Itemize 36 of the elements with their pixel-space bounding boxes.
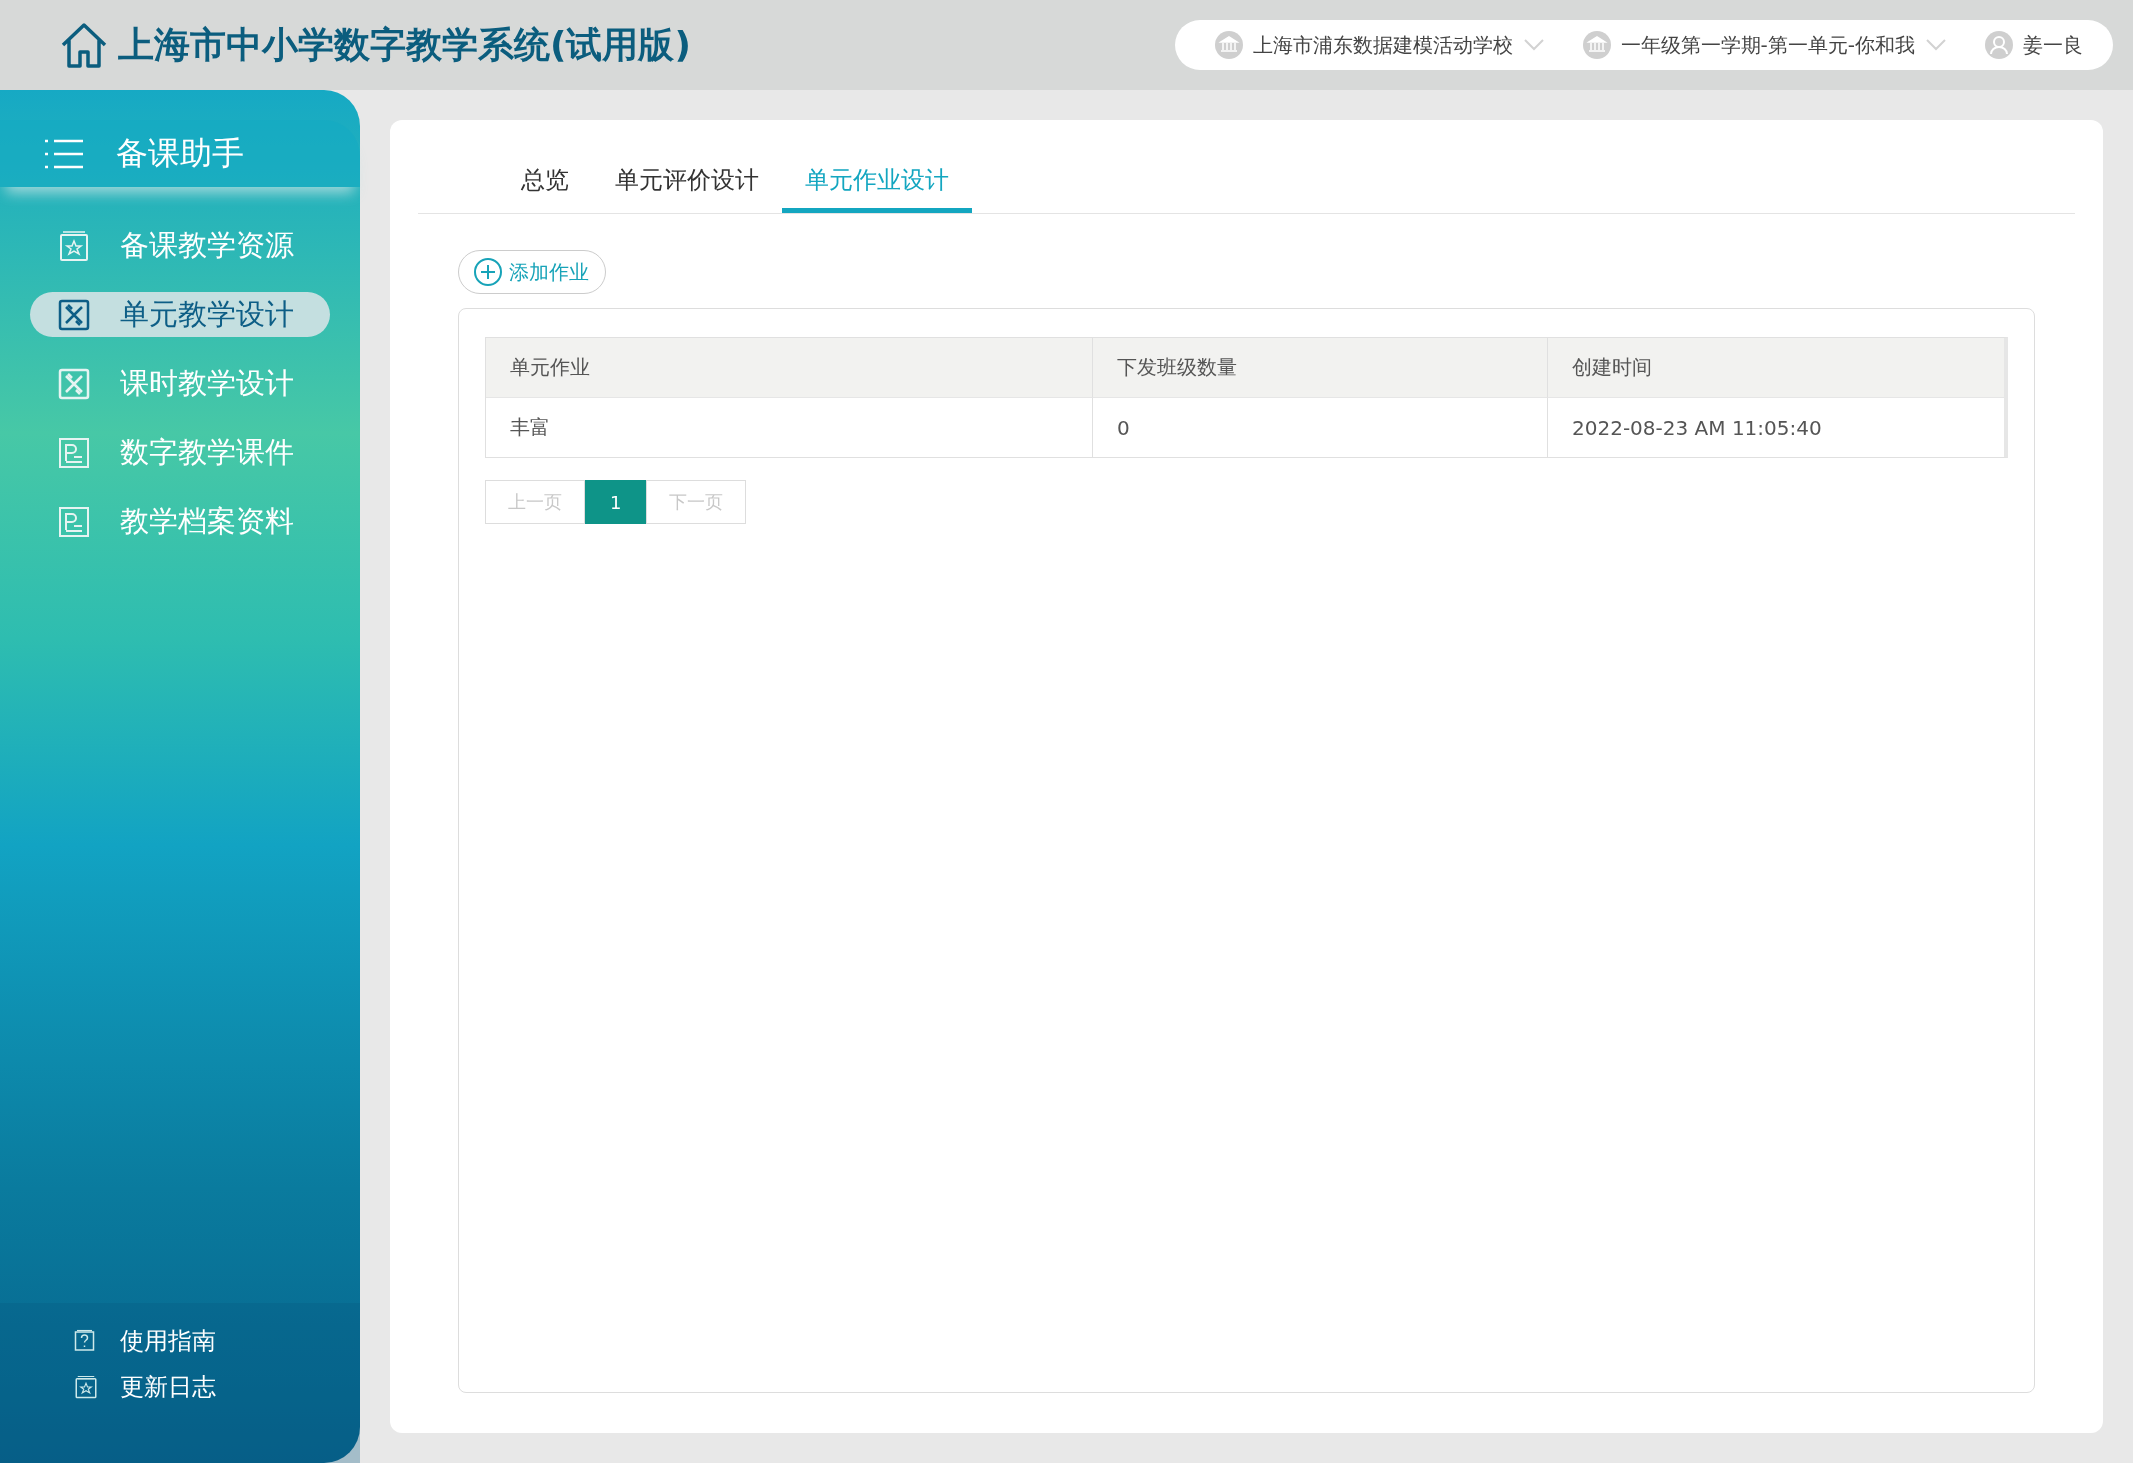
- column-header: 单元作业: [486, 338, 1093, 397]
- menu-icon[interactable]: [44, 137, 84, 170]
- table-cell: 0: [1093, 397, 1548, 457]
- app-title: 上海市中小学数字教学系统(试用版): [118, 22, 691, 67]
- table-cell: 2022-08-23 AM 11:05:40: [1548, 397, 2004, 457]
- footer-link[interactable]: 更新日志: [74, 1371, 360, 1403]
- page-number-button[interactable]: 1: [585, 480, 647, 524]
- tab[interactable]: 单元评价设计: [592, 164, 782, 213]
- chevron-down-icon: [1925, 38, 1947, 52]
- nav-item[interactable]: 教学档案资料: [30, 499, 330, 544]
- document-icon: [58, 436, 90, 469]
- chevron-down-icon: [1522, 38, 1545, 52]
- column-header: 下发班级数量: [1093, 338, 1548, 397]
- nav-item[interactable]: 课时教学设计: [30, 361, 330, 406]
- plus-icon: [473, 257, 503, 287]
- user-icon: [1985, 31, 2013, 59]
- book-icon: [58, 229, 90, 262]
- tab[interactable]: 单元作业设计: [782, 164, 972, 213]
- footer-link[interactable]: 使用指南: [74, 1325, 360, 1357]
- sidebar-title: 备课助手: [116, 132, 244, 174]
- table-cell: 丰富: [486, 397, 1093, 457]
- nav-item[interactable]: 单元教学设计: [30, 292, 330, 337]
- add-homework-button[interactable]: 添加作业: [458, 250, 606, 294]
- column-header: 创建时间: [1571, 354, 1653, 381]
- ruler-pencil-icon: [58, 298, 90, 331]
- nav-item[interactable]: 备课教学资源: [30, 223, 330, 268]
- ruler-pencil-icon: [58, 367, 90, 400]
- building-icon: [1214, 31, 1243, 59]
- header-selector[interactable]: 一年级第一学期-第一单元-你和我: [1582, 31, 1947, 59]
- header-selector[interactable]: 上海市浦东数据建模活动学校: [1214, 31, 1545, 59]
- book-icon: [74, 1374, 98, 1400]
- building-icon: [1582, 31, 1611, 59]
- nav-item[interactable]: 数字教学课件: [30, 430, 330, 475]
- header-selector[interactable]: 姜一良: [1985, 31, 2083, 59]
- document-icon: [58, 505, 90, 538]
- tab[interactable]: 总览: [498, 164, 592, 213]
